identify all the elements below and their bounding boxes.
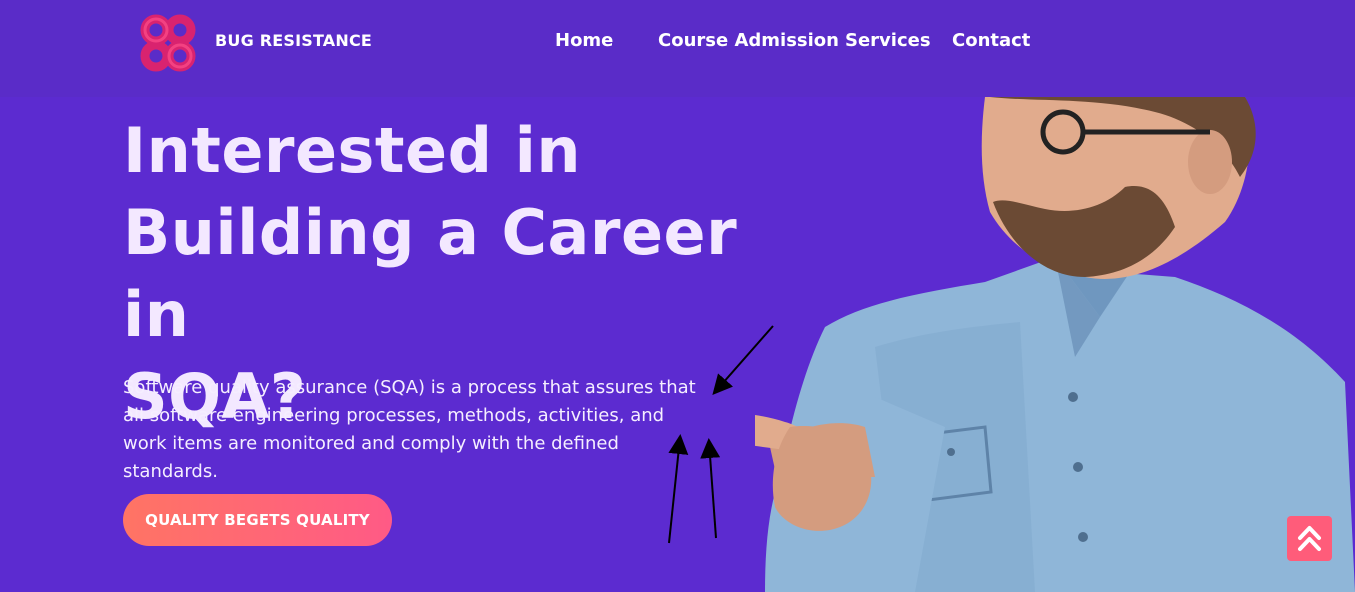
nav-course-admission[interactable]: Course Admission — [658, 30, 839, 51]
hero-title-line: Building a Career in — [123, 196, 738, 351]
nav-contact[interactable]: Contact — [952, 30, 1030, 51]
hero-description: Software quality assurance (SQA) is a pr… — [123, 377, 696, 482]
nav-services[interactable]: Services — [845, 30, 931, 51]
brand-name[interactable]: BUG RESISTANCE — [215, 31, 372, 50]
man-pointing-illustration — [755, 97, 1355, 592]
annotation-arrows — [668, 325, 774, 544]
navbar: BUG RESISTANCE Home Course Admission Ser… — [0, 0, 1355, 97]
scroll-to-top-button[interactable] — [1287, 516, 1332, 561]
hero-title-line: Interested in — [123, 114, 581, 187]
nav-home[interactable]: Home — [555, 30, 613, 51]
quality-cta-button[interactable]: QUALITY BEGETS QUALITY — [123, 494, 392, 546]
double-chevron-up-icon — [1298, 526, 1321, 551]
page: BUG RESISTANCE Home Course Admission Ser… — [0, 0, 1355, 592]
interlocked-rings-logo-icon[interactable] — [136, 12, 200, 74]
